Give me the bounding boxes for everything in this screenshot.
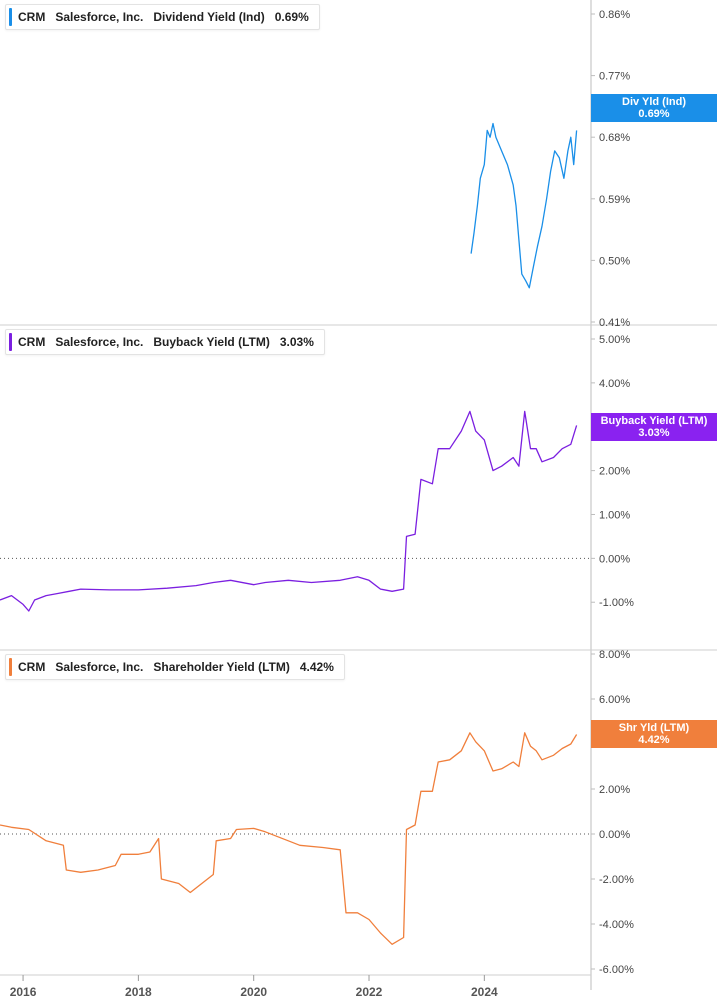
y-tick-label: 2.00% xyxy=(599,784,630,796)
y-tick-label: 2.00% xyxy=(599,466,630,478)
series-color-swatch xyxy=(9,658,12,676)
y-tick-label: 0.86% xyxy=(599,9,630,21)
tag-label: Shr Yld (LTM) xyxy=(618,722,690,734)
series-color-swatch xyxy=(9,8,12,26)
x-tick-label: 2022 xyxy=(356,985,383,999)
series-line xyxy=(470,122,578,289)
series-line xyxy=(0,410,578,612)
x-tick-label: 2024 xyxy=(471,985,498,999)
y-tick-label: 8.00% xyxy=(599,649,630,661)
y-tick-label: -2.00% xyxy=(599,874,634,886)
tag-value: 3.03% xyxy=(638,427,670,439)
x-tick-label: 2016 xyxy=(10,985,37,999)
y-tick-label: 0.00% xyxy=(599,553,630,565)
y-tick-label: -1.00% xyxy=(599,597,634,609)
legend-company: Salesforce, Inc. xyxy=(55,10,144,24)
legend-company: Salesforce, Inc. xyxy=(55,660,144,674)
y-tick-label: 0.00% xyxy=(599,829,630,841)
y-tick-label: 0.68% xyxy=(599,132,630,144)
y-tick-label: 0.77% xyxy=(599,71,630,83)
x-tick-label: 2020 xyxy=(240,985,267,999)
tag-value: 4.42% xyxy=(638,734,670,746)
legend-company: Salesforce, Inc. xyxy=(55,335,144,349)
tick-layer: 0.86% 0.77% 0.68% 0.59% 0.50% 0.41% 5.00% 4.00%… xyxy=(10,9,634,999)
tag-label: Buyback Yield (LTM) xyxy=(600,415,708,427)
legend-value: 0.69% xyxy=(274,10,309,24)
series-line xyxy=(0,732,578,945)
legend-ticker: CRM xyxy=(18,10,46,24)
y-tick-label: 0.50% xyxy=(599,255,630,267)
legend-value: 3.03% xyxy=(279,335,314,349)
legend-dividend-yield[interactable]: CRM Salesforce, Inc. Dividend Yield (Ind… xyxy=(5,4,320,30)
value-tag-buyback-yield: Buyback Yield (LTM) 3.03% xyxy=(591,413,717,441)
series-color-swatch xyxy=(9,333,12,351)
value-tag-shareholder-yield: Shr Yld (LTM) 4.42% xyxy=(591,720,717,748)
y-tick-label: 6.00% xyxy=(599,694,630,706)
y-tick-label: 5.00% xyxy=(599,334,630,346)
x-tick-label: 2018 xyxy=(125,985,152,999)
chart-canvas: 0.86% 0.77% 0.68% 0.59% 0.50% 0.41% 5.00% 4.00%… xyxy=(0,0,717,999)
grid-layer xyxy=(0,0,717,990)
legend-value: 4.42% xyxy=(299,660,334,674)
legend-ticker: CRM xyxy=(18,660,46,674)
value-tag-dividend-yield: Div Yld (Ind) 0.69% xyxy=(591,94,717,122)
legend-buyback-yield[interactable]: CRM Salesforce, Inc. Buyback Yield (LTM)… xyxy=(5,329,325,355)
y-tick-label: -6.00% xyxy=(599,964,634,976)
legend-metric: Buyback Yield (LTM) xyxy=(153,335,270,349)
tag-value: 0.69% xyxy=(638,108,670,120)
y-tick-label: -4.00% xyxy=(599,919,634,931)
y-tick-label: 0.59% xyxy=(599,194,630,206)
y-tick-label: 1.00% xyxy=(599,509,630,521)
tag-label: Div Yld (Ind) xyxy=(622,96,686,108)
series-layer xyxy=(0,122,578,945)
y-tick-label: 4.00% xyxy=(599,378,630,390)
y-tick-label: 0.41% xyxy=(599,317,630,329)
legend-shareholder-yield[interactable]: CRM Salesforce, Inc. Shareholder Yield (… xyxy=(5,654,345,680)
legend-metric: Dividend Yield (Ind) xyxy=(153,10,265,24)
legend-metric: Shareholder Yield (LTM) xyxy=(153,660,290,674)
legend-ticker: CRM xyxy=(18,335,46,349)
